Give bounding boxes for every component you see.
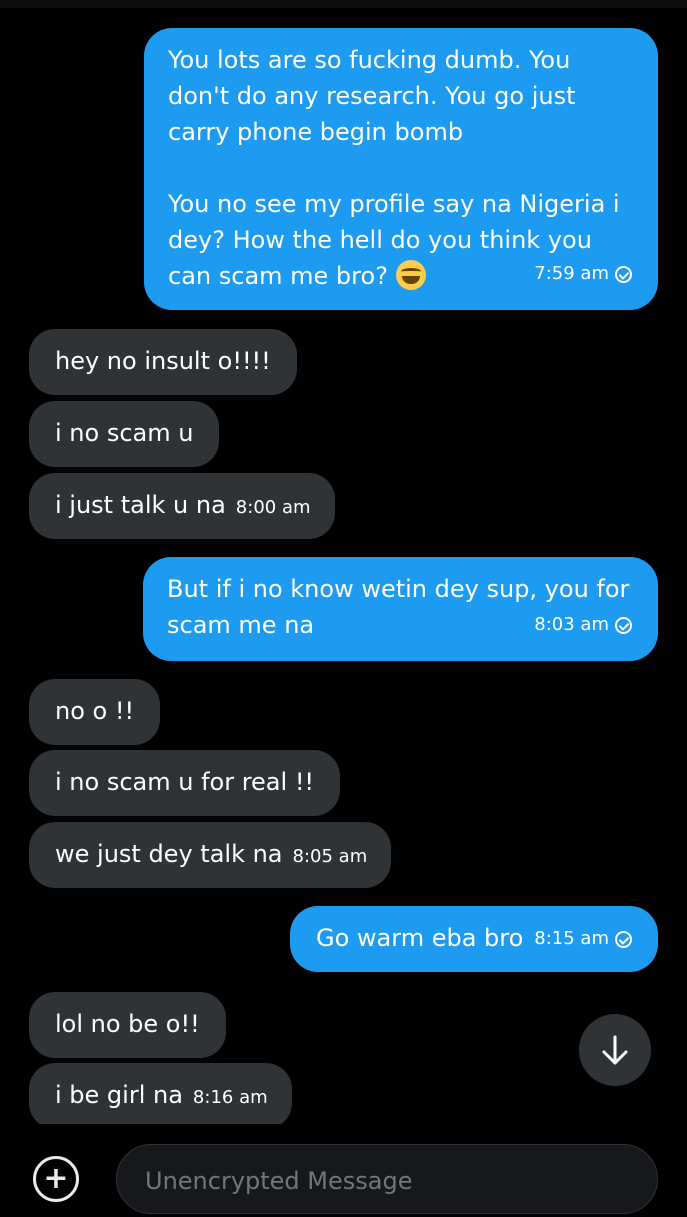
message-text: Go warm eba bro — [316, 924, 524, 952]
message-text: i no scam u — [55, 419, 194, 447]
message-text: i just talk u na — [55, 491, 226, 519]
scroll-to-bottom-button[interactable] — [579, 1014, 651, 1086]
arrow-down-icon — [602, 1035, 628, 1065]
message-meta: 7:59 am — [534, 256, 632, 292]
received-message[interactable]: lol no be o!! — [29, 992, 226, 1058]
received-message[interactable]: i be girl na 8:16 am — [29, 1063, 292, 1129]
sent-message[interactable]: You lots are so fucking dumb. You don't … — [144, 28, 658, 310]
message-text: hey no insult o!!!! — [55, 347, 271, 375]
plus-circle-icon: + — [43, 1161, 69, 1196]
received-message[interactable]: i no scam u — [29, 401, 220, 467]
message-text: i be girl na — [55, 1081, 183, 1109]
received-message[interactable]: i just talk u na 8:00 am — [29, 473, 335, 539]
message-text: lol no be o!! — [55, 1010, 200, 1038]
message-text: i no scam u for real !! — [55, 768, 315, 796]
sent-check-icon — [615, 930, 632, 948]
message-time: 8:15 am — [534, 928, 609, 949]
message-time: 7:59 am — [534, 263, 609, 284]
received-message[interactable]: i no scam u for real !! — [29, 750, 341, 816]
received-message[interactable]: no o !! — [29, 679, 161, 745]
laughing-emoji-icon — [395, 260, 426, 290]
message-meta: 8:15 am — [534, 906, 632, 972]
top-edge — [0, 0, 687, 8]
message-time: 8:16 am — [192, 1087, 268, 1108]
received-message[interactable]: we just dey talk na 8:05 am — [29, 822, 392, 888]
message-text: we just dey talk na — [55, 840, 283, 868]
message-time: 8:03 am — [534, 614, 609, 635]
sent-check-icon — [615, 616, 632, 634]
sent-message[interactable]: But if i no know wetin dey sup, you for … — [143, 557, 658, 661]
message-meta: 8:03 am — [534, 607, 632, 643]
add-attachment-button[interactable]: + — [33, 1156, 79, 1202]
message-input-placeholder: Unencrypted Message — [145, 1167, 413, 1195]
message-text: You lots are so fucking dumb. You don't … — [168, 46, 620, 290]
message-text: no o !! — [55, 697, 135, 725]
message-time: 8:05 am — [292, 846, 368, 867]
received-message[interactable]: hey no insult o!!!! — [29, 329, 297, 395]
message-input[interactable]: Unencrypted Message — [116, 1144, 658, 1214]
sent-check-icon — [615, 265, 632, 283]
message-time: 8:00 am — [235, 497, 311, 518]
sent-message[interactable]: Go warm eba bro 8:15 am — [290, 906, 658, 972]
